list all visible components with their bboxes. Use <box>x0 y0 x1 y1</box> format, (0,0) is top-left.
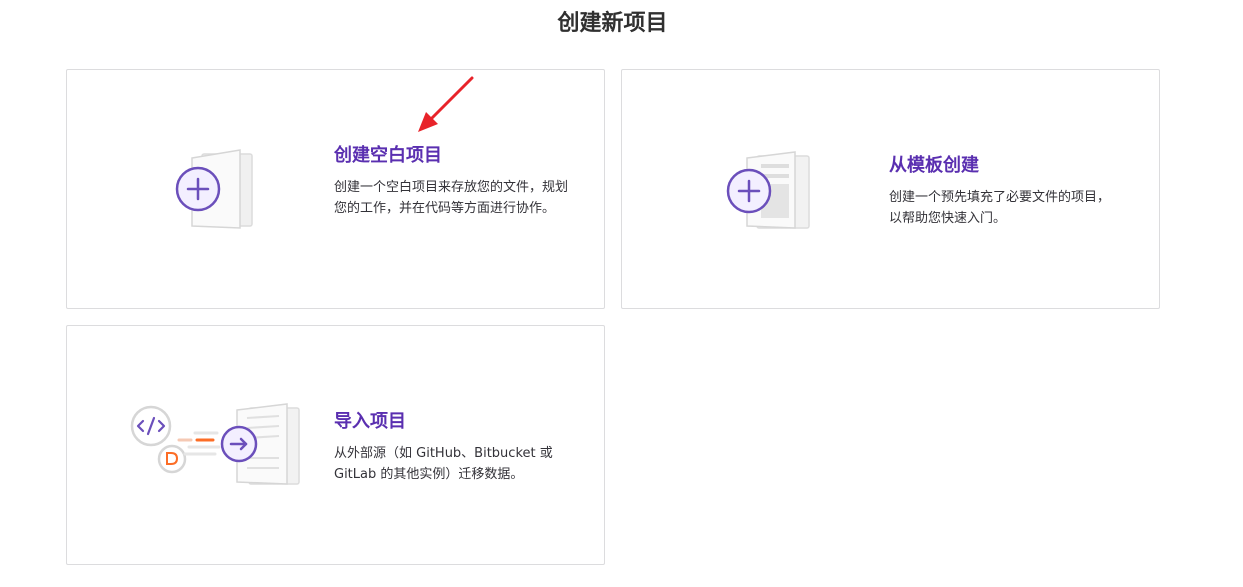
template-project-icon <box>725 148 815 236</box>
blank-project-icon <box>172 146 262 234</box>
import-project-title: 导入项目 <box>334 411 406 432</box>
red-arrow-annotation-icon <box>418 76 474 132</box>
create-from-template-card[interactable]: 从模板创建 创建一个预先填充了必要文件的项目，以帮助您快速入门。 <box>621 69 1160 309</box>
create-blank-project-card[interactable]: 创建空白项目 创建一个空白项目来存放您的文件，规划您的工作，并在代码等方面进行协… <box>66 69 605 309</box>
import-project-card[interactable]: 导入项目 从外部源（如 GitHub、Bitbucket 或 GitLab 的其… <box>66 325 605 565</box>
import-project-icon <box>129 402 309 496</box>
create-from-template-title: 从模板创建 <box>889 155 979 176</box>
page-title: 创建新项目 <box>557 11 668 36</box>
create-blank-project-description: 创建一个空白项目来存放您的文件，规划您的工作，并在代码等方面进行协作。 <box>334 180 569 216</box>
create-blank-project-title: 创建空白项目 <box>334 145 442 166</box>
import-project-description: 从外部源（如 GitHub、Bitbucket 或 GitLab 的其他实例）迁… <box>334 446 553 482</box>
create-from-template-description: 创建一个预先填充了必要文件的项目，以帮助您快速入门。 <box>889 190 1111 226</box>
